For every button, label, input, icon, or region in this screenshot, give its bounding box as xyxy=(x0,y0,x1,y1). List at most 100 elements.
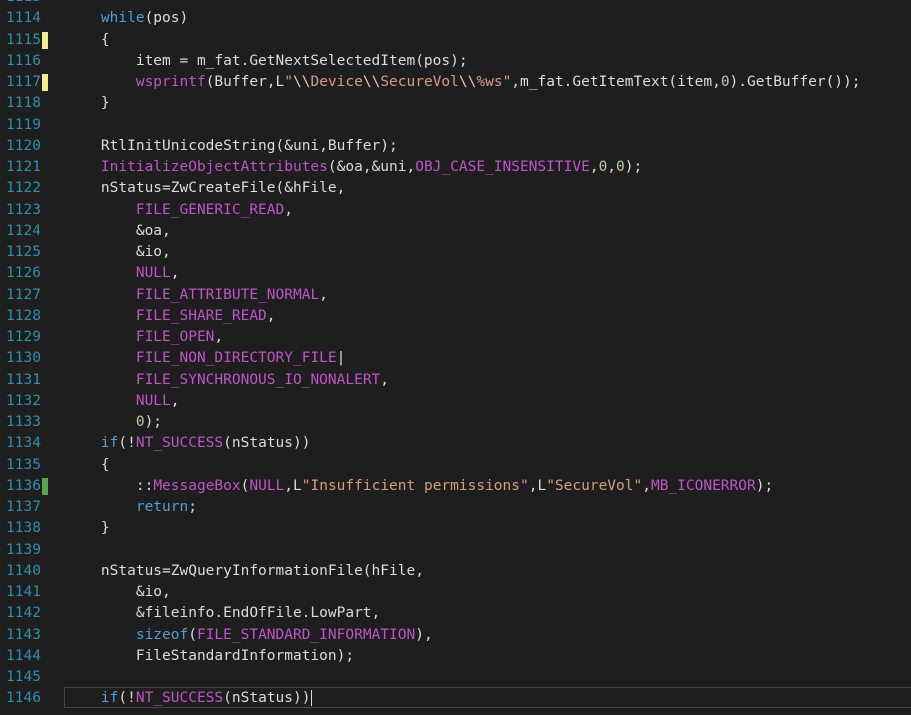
code-line[interactable]: 1126 NULL, xyxy=(0,263,911,284)
code-token: FILE_STANDARD_INFORMATION xyxy=(196,626,416,643)
code-text[interactable]: FILE_OPEN, xyxy=(66,327,223,348)
code-line[interactable]: 1137 return; xyxy=(0,497,911,518)
code-token: if xyxy=(100,435,119,452)
code-text[interactable]: if(!NT_SUCCESS(nStatus)) xyxy=(66,688,313,709)
unsaved-change-marker xyxy=(42,31,48,49)
code-token: MB_ICONERROR xyxy=(650,477,756,494)
code-token: { xyxy=(66,456,110,473)
code-text[interactable]: nStatus=ZwCreateFile(&hFile, xyxy=(66,178,345,199)
code-line[interactable]: 1143 sizeof(FILE_STANDARD_INFORMATION), xyxy=(0,625,911,646)
code-token: ); xyxy=(624,159,643,175)
code-token: , xyxy=(284,201,293,218)
code-line[interactable]: 1142 &fileinfo.EndOfFile.LowPart, xyxy=(0,603,911,624)
line-number: 1125 xyxy=(6,244,41,260)
code-text[interactable]: { xyxy=(66,30,110,51)
code-line[interactable]: 1121 InitializeObjectAttributes(&oa,&uni… xyxy=(0,157,911,178)
code-text[interactable]: FILE_ATTRIBUTE_NORMAL, xyxy=(66,285,328,306)
code-line[interactable]: 1145 xyxy=(0,667,911,688)
code-line[interactable]: 1138 } xyxy=(0,518,911,539)
code-line[interactable]: 1131 FILE_SYNCHRONOUS_IO_NONALERT, xyxy=(0,370,911,391)
code-line[interactable]: 1117 wsprintf(Buffer,L"\\Device\\SecureV… xyxy=(0,72,911,93)
code-editor[interactable]: 11131114 while(pos)1115 {1116 item = m_f… xyxy=(0,0,911,715)
code-line[interactable]: 1120 RtlInitUnicodeString(&uni,Buffer); xyxy=(0,136,911,157)
code-line[interactable]: 1123 FILE_GENERIC_READ, xyxy=(0,200,911,221)
code-line[interactable]: 1146 if(!NT_SUCCESS(nStatus)) xyxy=(0,687,911,709)
code-line[interactable]: 1125 &io, xyxy=(0,242,911,263)
code-text[interactable]: FILE_SYNCHRONOUS_IO_NONALERT, xyxy=(66,370,389,391)
code-line[interactable]: 1116 item = m_fat.GetNextSelectedItem(po… xyxy=(0,51,911,72)
code-line[interactable]: 1119 xyxy=(0,115,911,136)
code-line[interactable]: 1124 &oa, xyxy=(0,221,911,242)
code-line[interactable]: 1134 if(!NT_SUCCESS(nStatus)) xyxy=(0,433,911,454)
code-text[interactable]: NULL, xyxy=(66,263,180,284)
code-text[interactable]: &fileinfo.EndOfFile.LowPart, xyxy=(66,603,380,624)
code-line[interactable]: 1139 xyxy=(0,540,911,561)
code-token: , xyxy=(607,159,617,175)
code-line[interactable]: 1130 FILE_NON_DIRECTORY_FILE| xyxy=(0,348,911,369)
code-line[interactable]: 1133 0); xyxy=(0,412,911,433)
code-text[interactable]: FILE_NON_DIRECTORY_FILE| xyxy=(66,348,346,369)
code-text[interactable]: return; xyxy=(66,497,197,518)
code-line[interactable]: 1141 &io, xyxy=(0,582,911,603)
line-number: 1122 xyxy=(6,180,41,197)
code-text[interactable]: { xyxy=(66,455,110,476)
code-text[interactable]: 0); xyxy=(66,412,162,433)
line-number: 1121 xyxy=(6,159,41,175)
code-line[interactable]: 1132 NULL, xyxy=(0,391,911,412)
code-token: (nStatus)) xyxy=(223,435,311,452)
code-token: &io, xyxy=(66,584,171,600)
code-line[interactable]: 1114 while(pos) xyxy=(0,8,911,29)
code-token: ); xyxy=(755,477,774,494)
code-text[interactable]: FILE_SHARE_READ, xyxy=(66,306,276,327)
code-token: FILE_ATTRIBUTE_NORMAL xyxy=(135,286,320,303)
code-text[interactable]: if(!NT_SUCCESS(nStatus)) xyxy=(66,433,311,454)
code-token: , xyxy=(170,265,180,282)
code-text[interactable]: NULL, xyxy=(66,391,180,412)
code-token: (! xyxy=(118,435,136,452)
line-number: 1123 xyxy=(6,201,41,218)
code-token: item = m_fat.GetNextSelectedItem(pos); xyxy=(66,52,468,69)
code-line[interactable]: 1115 { xyxy=(0,30,911,51)
code-token: ); xyxy=(144,414,163,430)
code-token: (nStatus)) xyxy=(223,690,311,707)
line-number: 1124 xyxy=(6,222,41,239)
code-token: (! xyxy=(118,690,136,707)
code-text[interactable]: &io, xyxy=(66,242,171,263)
code-line[interactable]: 1128 FILE_SHARE_READ, xyxy=(0,306,911,327)
code-text[interactable]: FILE_GENERIC_READ, xyxy=(66,200,293,221)
code-line[interactable]: 1127 FILE_ATTRIBUTE_NORMAL, xyxy=(0,285,911,306)
code-text[interactable]: ::MessageBox(NULL,L"Insufficient permiss… xyxy=(66,476,773,497)
line-number: 1139 xyxy=(6,541,41,558)
code-line[interactable]: 1129 FILE_OPEN, xyxy=(0,327,911,348)
code-token: MessageBox xyxy=(153,477,241,494)
code-token: RtlInitUnicodeString(&uni,Buffer); xyxy=(66,137,398,154)
code-token: { xyxy=(66,31,110,48)
code-line[interactable]: 1140 nStatus=ZwQueryInformationFile(hFil… xyxy=(0,561,911,582)
code-line[interactable]: 1144 FileStandardInformation); xyxy=(0,646,911,667)
code-text[interactable]: sizeof(FILE_STANDARD_INFORMATION), xyxy=(66,625,433,646)
code-line[interactable]: 1118 } xyxy=(0,93,911,114)
code-token: OBJ_CASE_INSENSITIVE xyxy=(415,159,590,175)
code-text[interactable]: } xyxy=(66,93,110,114)
code-text[interactable]: RtlInitUnicodeString(&uni,Buffer); xyxy=(66,136,398,157)
code-text[interactable]: nStatus=ZwQueryInformationFile(hFile, xyxy=(66,561,424,582)
code-text[interactable]: item = m_fat.GetNextSelectedItem(pos); xyxy=(66,51,468,72)
code-line[interactable]: 1113 xyxy=(0,0,911,8)
code-text[interactable]: InitializeObjectAttributes(&oa,&uni,OBJ_… xyxy=(66,157,642,178)
code-text[interactable]: } xyxy=(66,518,110,539)
code-line[interactable]: 1136 ::MessageBox(NULL,L"Insufficient pe… xyxy=(0,476,911,497)
code-line[interactable]: 1122 nStatus=ZwCreateFile(&hFile, xyxy=(0,178,911,199)
code-text[interactable]: FileStandardInformation); xyxy=(66,646,354,667)
code-text[interactable]: while(pos) xyxy=(66,8,188,29)
code-token: "Insufficient permissions" xyxy=(301,477,529,494)
code-token: 0 xyxy=(720,74,730,90)
line-number: 1114 xyxy=(6,10,41,27)
code-text[interactable]: wsprintf(Buffer,L"\\Device\\SecureVol\\%… xyxy=(66,72,861,93)
code-line[interactable]: 1135 { xyxy=(0,455,911,476)
code-token: NT_SUCCESS xyxy=(135,435,224,452)
code-text[interactable]: &oa, xyxy=(66,221,171,242)
code-text[interactable]: &io, xyxy=(66,582,171,603)
line-number: 1115 xyxy=(6,31,41,48)
